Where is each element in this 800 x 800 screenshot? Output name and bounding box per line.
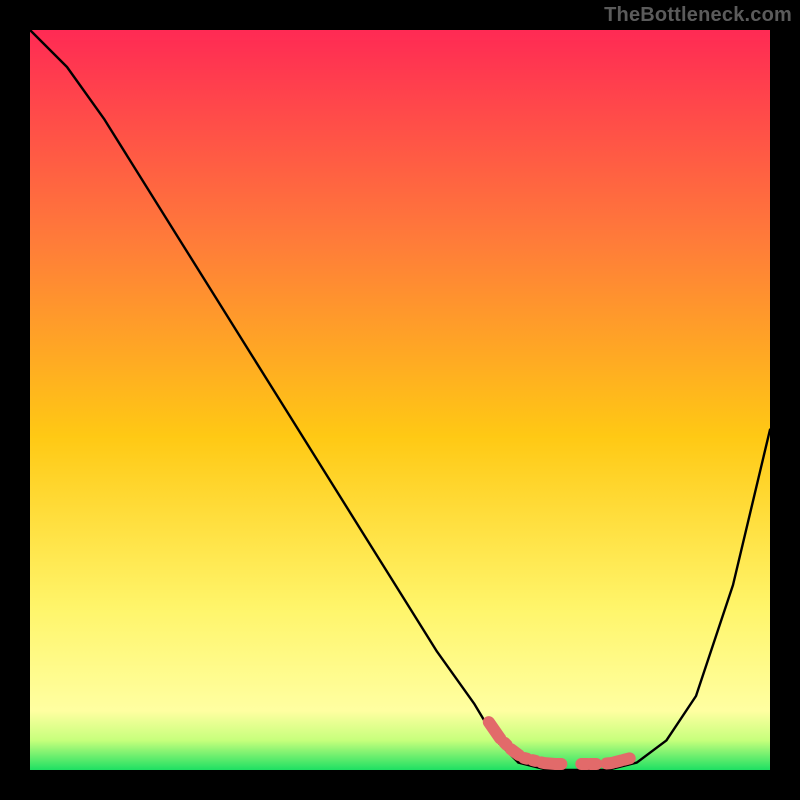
watermark-text: TheBottleneck.com: [604, 4, 792, 27]
plot-area: [30, 30, 770, 770]
chart-svg: [0, 0, 800, 800]
chart-root: TheBottleneck.com: [0, 0, 800, 800]
